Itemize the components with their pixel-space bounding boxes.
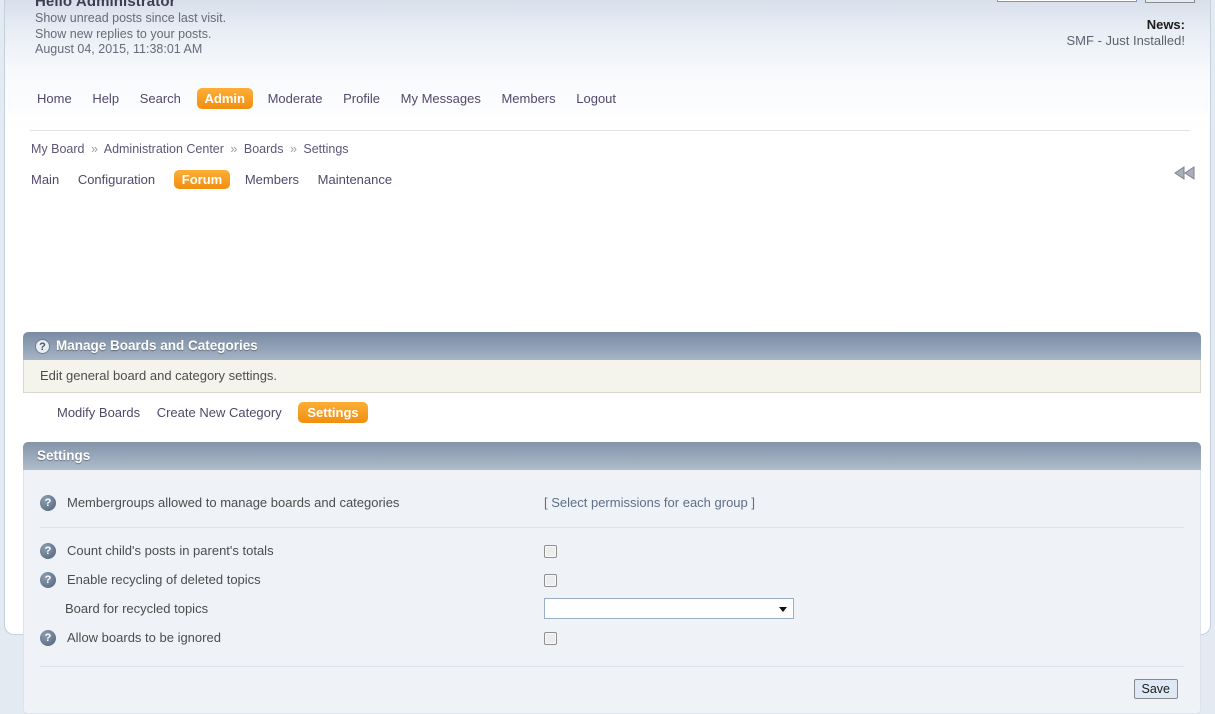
main-navigation: Home Help Search Admin Moderate Profile … <box>35 88 631 109</box>
nav-item-moderate[interactable]: Moderate <box>266 88 325 109</box>
question-mark-icon[interactable]: ? <box>40 543 56 559</box>
news-text: SMF - Just Installed! <box>1067 33 1185 49</box>
site-header: Hello Administrator Show unread posts si… <box>5 0 1210 130</box>
question-mark-icon[interactable]: ? <box>35 339 50 354</box>
header-divider <box>30 130 1190 131</box>
news-label: News: <box>1067 17 1185 33</box>
page-title: Manage Boards and Categories <box>56 338 258 353</box>
setting-label-count-child-posts: ? Count child's posts in parent's totals <box>40 543 544 559</box>
breadcrumb-separator: » <box>287 142 300 156</box>
nav-item-search[interactable]: Search <box>138 88 183 109</box>
setting-control-allow-boards-ignored <box>544 630 1184 645</box>
save-area: Save <box>40 679 1184 699</box>
admin-tab-maintenance[interactable]: Maintenance <box>318 172 392 187</box>
sub-tab-bar: Modify Boards Create New Category Settin… <box>57 402 381 423</box>
manage-boards-card: ? Manage Boards and Categories Edit gener… <box>23 332 1201 393</box>
question-mark-icon[interactable]: ? <box>40 495 56 511</box>
search-input[interactable] <box>997 0 1137 2</box>
unread-posts-link[interactable]: Show unread posts since last visit. <box>35 11 226 27</box>
search-button[interactable]: Search <box>1145 0 1195 3</box>
breadcrumb-item-settings[interactable]: Settings <box>303 142 348 156</box>
current-time-text: August 04, 2015, 11:38:01 AM <box>35 42 226 58</box>
nav-item-home[interactable]: Home <box>35 88 74 109</box>
admin-tab-forum[interactable]: Forum <box>174 170 230 189</box>
nav-item-logout[interactable]: Logout <box>574 88 618 109</box>
breadcrumb-item-administration-center[interactable]: Administration Center <box>104 142 224 156</box>
save-button[interactable]: Save <box>1134 679 1179 699</box>
nav-item-profile[interactable]: Profile <box>341 88 382 109</box>
news-block: News: SMF - Just Installed! <box>1067 17 1185 49</box>
help-spacer <box>40 601 56 617</box>
settings-panel: Settings ? Membergroups allowed to manag… <box>23 442 1201 714</box>
recycle-board-select[interactable] <box>544 598 794 619</box>
setting-row-count-child-posts: ? Count child's posts in parent's totals <box>40 536 1184 565</box>
breadcrumb-separator: » <box>88 142 101 156</box>
greeting-text: Hello Administrator <box>35 0 226 9</box>
setting-control-membergroups: [ Select permissions for each group ] <box>544 495 1184 510</box>
setting-row-membergroups: ? Membergroups allowed to manage boards … <box>40 488 1184 517</box>
settings-header-bar: Settings <box>23 442 1201 470</box>
card-title-bar: ? Manage Boards and Categories <box>23 332 1201 360</box>
double-chevron-left-icon[interactable] <box>1172 166 1198 184</box>
enable-recycling-checkbox[interactable] <box>544 574 557 587</box>
setting-control-count-child-posts <box>544 543 1184 558</box>
nav-item-help[interactable]: Help <box>90 88 121 109</box>
sub-tab-create-new-category[interactable]: Create New Category <box>157 405 282 420</box>
nav-item-admin[interactable]: Admin <box>197 88 253 109</box>
select-permissions-link[interactable]: [ Select permissions for each group ] <box>544 495 755 510</box>
page-wrapper: Hello Administrator Show unread posts si… <box>4 0 1211 635</box>
new-replies-link[interactable]: Show new replies to your posts. <box>35 27 226 43</box>
question-mark-icon[interactable]: ? <box>40 630 56 646</box>
setting-label-allow-boards-ignored: ? Allow boards to be ignored <box>40 630 544 646</box>
chevron-down-icon <box>779 607 787 612</box>
setting-label-text: Count child's posts in parent's totals <box>65 543 274 558</box>
setting-control-enable-recycling <box>544 572 1184 587</box>
settings-divider <box>40 527 1184 528</box>
breadcrumb: My Board » Administration Center » Board… <box>31 142 349 156</box>
search-area: Search <box>997 0 1195 3</box>
settings-form: ? Membergroups allowed to manage boards … <box>23 470 1201 714</box>
setting-control-recycle-board <box>544 598 1184 619</box>
setting-label-recycle-board: Board for recycled topics <box>40 601 544 617</box>
setting-label-text: Board for recycled topics <box>65 601 208 616</box>
nav-item-members[interactable]: Members <box>499 88 557 109</box>
setting-label-membergroups: ? Membergroups allowed to manage boards … <box>40 495 544 511</box>
card-description: Edit general board and category settings… <box>23 360 1201 393</box>
setting-label-text: Enable recycling of deleted topics <box>65 572 261 587</box>
allow-boards-ignored-checkbox[interactable] <box>544 632 557 645</box>
user-info-block: Hello Administrator Show unread posts si… <box>35 0 226 58</box>
setting-row-recycle-board: Board for recycled topics <box>40 594 1184 623</box>
nav-item-my-messages[interactable]: My Messages <box>399 88 483 109</box>
count-child-posts-checkbox[interactable] <box>544 545 557 558</box>
setting-label-text: Allow boards to be ignored <box>65 630 221 645</box>
breadcrumb-separator: » <box>227 142 240 156</box>
breadcrumb-item-boards[interactable]: Boards <box>244 142 284 156</box>
breadcrumb-item-my-board[interactable]: My Board <box>31 142 85 156</box>
admin-tab-bar: Main Configuration Forum Members Mainten… <box>31 170 407 189</box>
admin-tab-configuration[interactable]: Configuration <box>78 172 155 187</box>
sub-tab-modify-boards[interactable]: Modify Boards <box>57 405 140 420</box>
setting-label-text: Membergroups allowed to manage boards an… <box>65 495 399 510</box>
question-mark-icon[interactable]: ? <box>40 572 56 588</box>
settings-divider-bottom <box>40 666 1184 667</box>
setting-row-enable-recycling: ? Enable recycling of deleted topics <box>40 565 1184 594</box>
sub-tab-settings[interactable]: Settings <box>298 402 367 423</box>
admin-tab-members[interactable]: Members <box>245 172 299 187</box>
admin-tab-main[interactable]: Main <box>31 172 59 187</box>
setting-label-enable-recycling: ? Enable recycling of deleted topics <box>40 572 544 588</box>
setting-row-allow-boards-ignored: ? Allow boards to be ignored <box>40 623 1184 652</box>
